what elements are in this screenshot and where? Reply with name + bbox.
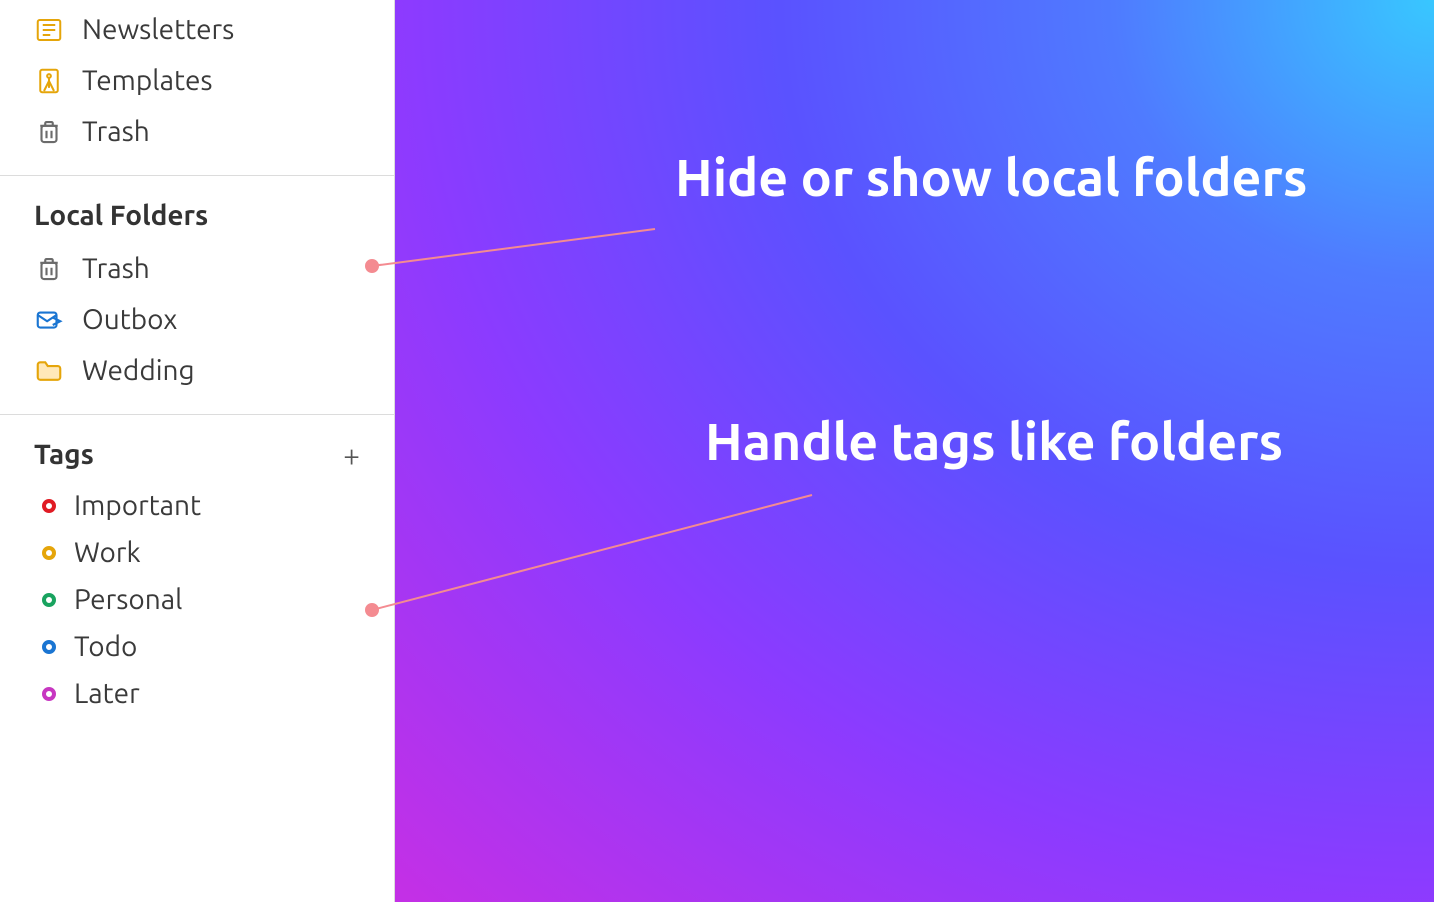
sidebar-item-label: Trash	[82, 253, 360, 284]
sidebar-item-trash[interactable]: Trash	[0, 106, 394, 157]
tags-header[interactable]: Tags +	[0, 415, 394, 482]
local-folder-outbox[interactable]: Outbox	[0, 294, 394, 345]
local-folder-wedding[interactable]: Wedding	[0, 345, 394, 396]
outbox-icon	[34, 305, 64, 335]
sidebar-item-label: Newsletters	[82, 14, 360, 45]
trash-icon	[34, 117, 64, 147]
section-title: Local Folders	[34, 200, 360, 231]
tag-todo[interactable]: Todo	[0, 623, 394, 670]
tag-label: Later	[74, 678, 140, 709]
tag-color-dot	[42, 687, 56, 701]
local-folder-trash[interactable]: Trash	[0, 243, 394, 294]
template-icon	[34, 66, 64, 96]
sidebar-item-newsletters[interactable]: Newsletters	[0, 4, 394, 55]
sidebar-item-label: Wedding	[82, 355, 360, 386]
add-tag-button[interactable]: +	[343, 440, 360, 470]
sidebar: Newsletters Templates Trash Local Folder…	[0, 0, 395, 902]
sidebar-item-label: Templates	[82, 65, 360, 96]
tag-work[interactable]: Work	[0, 529, 394, 576]
tag-personal[interactable]: Personal	[0, 576, 394, 623]
tag-color-dot	[42, 546, 56, 560]
tag-label: Work	[74, 537, 141, 568]
sidebar-item-templates[interactable]: Templates	[0, 55, 394, 106]
tag-color-dot	[42, 640, 56, 654]
callout-local-folders: Hide or show local folders	[675, 148, 1307, 206]
local-folders-header[interactable]: Local Folders	[0, 176, 394, 243]
content-area: Hide or show local folders Handle tags l…	[395, 0, 1434, 902]
callout-tags: Handle tags like folders	[705, 412, 1283, 470]
tag-color-dot	[42, 593, 56, 607]
newsletter-icon	[34, 15, 64, 45]
tag-color-dot	[42, 499, 56, 513]
section-title: Tags	[34, 439, 343, 470]
trash-icon	[34, 254, 64, 284]
sidebar-item-label: Outbox	[82, 304, 360, 335]
tag-label: Important	[74, 490, 201, 521]
tag-important[interactable]: Important	[0, 482, 394, 529]
tag-label: Personal	[74, 584, 183, 615]
tag-label: Todo	[74, 631, 137, 662]
sidebar-item-label: Trash	[82, 116, 360, 147]
tag-later[interactable]: Later	[0, 670, 394, 717]
folder-icon	[34, 356, 64, 386]
